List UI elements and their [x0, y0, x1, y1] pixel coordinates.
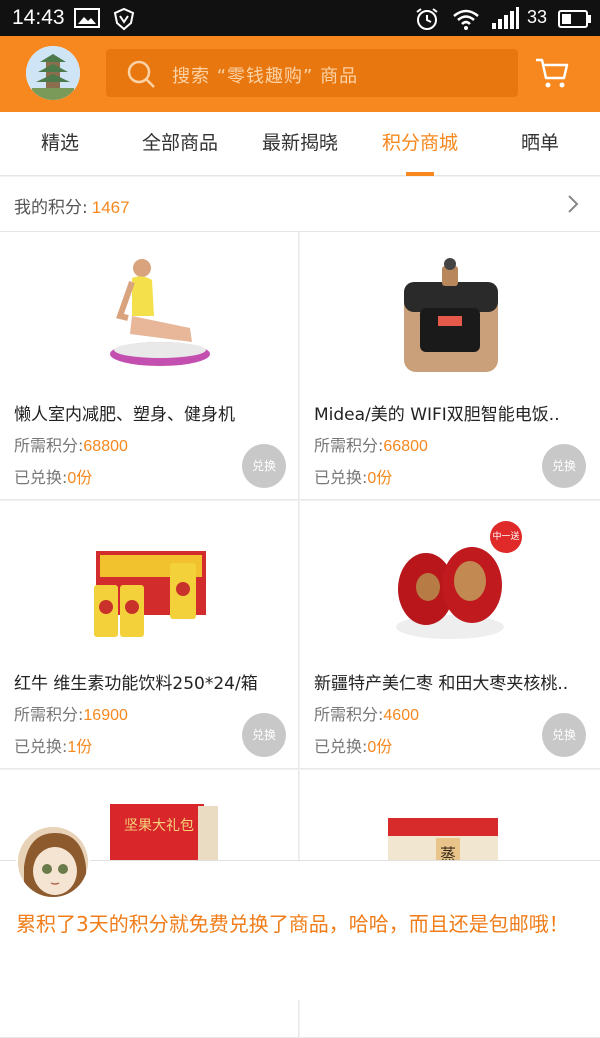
required-points: 66800	[383, 438, 428, 455]
battery-icon	[558, 9, 592, 33]
search-icon	[126, 59, 156, 93]
fitness-machine-image	[80, 246, 220, 386]
user-avatar	[16, 825, 90, 899]
app-header: 搜索 “零钱趣购” 商品	[0, 36, 600, 112]
promo-badge: 中一送一	[490, 521, 522, 574]
product-name: 红牛 维生素功能饮料250*24/箱	[14, 674, 258, 694]
exchanged-count: 0份	[367, 739, 393, 756]
points-label: 我的积分:	[14, 198, 88, 218]
user-comment-bubble: 累积了3天的积分就免费兑换了商品，哈哈，而且还是包邮哦！	[0, 825, 600, 1000]
tab-points-mall[interactable]: 积分商城	[360, 112, 480, 176]
tab-featured[interactable]: 精选	[0, 112, 120, 176]
cart-icon[interactable]	[534, 56, 570, 94]
product-card[interactable]: 懒人室内减肥、塑身、健身机 所需积分:68800 已兑换:0份 兑换	[0, 232, 299, 500]
status-bar: 14:43 33	[0, 0, 600, 36]
signal-icon	[490, 7, 520, 35]
exchange-button[interactable]: 兑换	[542, 713, 586, 757]
exchanged-label: 已兑换:	[314, 468, 368, 487]
my-points-row[interactable]: 我的积分: 1467	[0, 177, 600, 232]
exchange-button[interactable]: 兑换	[242, 713, 286, 757]
exchanged-label: 已兑换:	[14, 737, 68, 756]
product-card[interactable]: 中一送一 新疆特产美仁枣 和田大枣夹核桃.. 所需积分:4600 已兑换:0份 …	[300, 501, 600, 769]
search-bar[interactable]: 搜索 “零钱趣购” 商品	[106, 49, 518, 97]
exchanged-count: 1份	[67, 739, 93, 756]
product-name: Midea/美的 WIFI双胆智能电饭..	[314, 405, 560, 425]
rice-cooker-image	[380, 246, 520, 386]
chevron-right-icon	[566, 194, 580, 218]
wifi-icon	[452, 7, 480, 35]
exchanged-label: 已兑换:	[14, 468, 68, 487]
exchange-button[interactable]: 兑换	[542, 444, 586, 488]
required-points-label: 所需积分:	[14, 436, 84, 455]
product-card[interactable]: Midea/美的 WIFI双胆智能电饭.. 所需积分:66800 已兑换:0份 …	[300, 232, 600, 500]
exchanged-label: 已兑换:	[314, 737, 368, 756]
gallery-icon	[74, 7, 100, 33]
tab-all-products[interactable]: 全部商品	[120, 112, 240, 176]
product-name: 新疆特产美仁枣 和田大枣夹核桃..	[314, 674, 569, 694]
tab-latest-results[interactable]: 最新揭晓	[240, 112, 360, 176]
points-value: 1467	[91, 198, 130, 217]
required-points-label: 所需积分:	[314, 436, 384, 455]
product-card[interactable]: 红牛 维生素功能饮料250*24/箱 所需积分:16900 已兑换:1份 兑换	[0, 501, 299, 769]
product-name: 懒人室内减肥、塑身、健身机	[14, 405, 235, 425]
exchanged-count: 0份	[67, 470, 93, 487]
gift-box-image: 坚果大礼包	[90, 800, 230, 860]
required-points: 16900	[83, 707, 128, 724]
exchanged-count: 0份	[367, 470, 393, 487]
battery-level: 33	[527, 7, 548, 27]
red-bull-box-image	[80, 515, 220, 655]
gift-box-text: 坚果大礼包	[124, 818, 194, 834]
required-points: 4600	[383, 707, 419, 724]
alarm-icon	[414, 7, 440, 35]
active-tab-indicator	[406, 172, 434, 176]
required-points: 68800	[83, 438, 128, 455]
exchange-button[interactable]: 兑换	[242, 444, 286, 488]
status-time: 14:43	[12, 6, 65, 29]
app-logo[interactable]	[26, 46, 80, 100]
required-points-label: 所需积分:	[14, 705, 84, 724]
required-points-label: 所需积分:	[314, 705, 384, 724]
tab-show-orders[interactable]: 晒单	[480, 112, 600, 176]
search-placeholder: 搜索 “零钱趣购” 商品	[172, 66, 359, 87]
category-tabs: 精选 全部商品 最新揭晓 积分商城 晒单	[0, 112, 600, 176]
comment-text: 累积了3天的积分就免费兑换了商品，哈哈，而且还是包邮哦！	[16, 912, 569, 936]
shield-icon	[112, 7, 136, 35]
